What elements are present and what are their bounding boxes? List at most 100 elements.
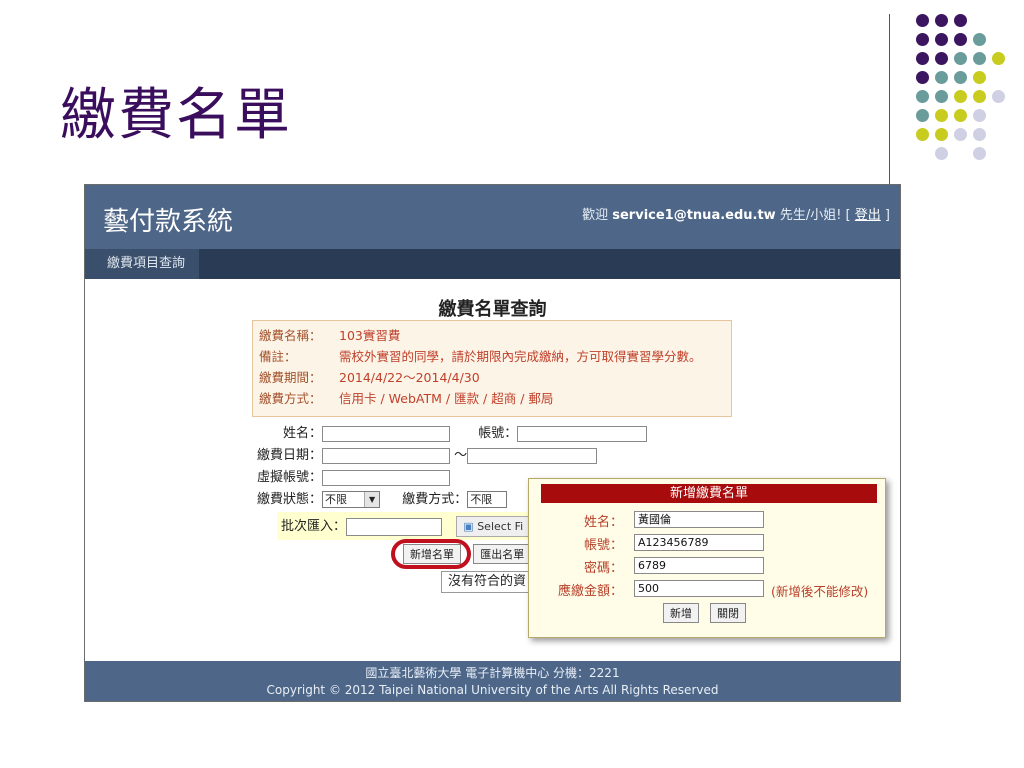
chevron-down-icon: ▼ [364, 492, 380, 507]
file-icon: ▣ [463, 520, 474, 533]
dialog-title: 新增繳費名單 [541, 484, 877, 503]
account-label: 帳號： [478, 426, 518, 441]
dialog-name-input[interactable]: 黃國倫 [634, 511, 764, 528]
decorative-dot [973, 90, 986, 103]
fee-info-box: 繳費名稱： 103實習費 備註： 需校外實習的同學，請於期限內完成繳納，方可取得實習… [252, 320, 732, 417]
dialog-amount-note: (新增後不能修改) [771, 584, 869, 599]
account-input[interactable] [517, 425, 648, 442]
method-value: 不限 [470, 493, 493, 506]
decorative-dot [954, 14, 967, 27]
decorative-dot [992, 90, 1005, 103]
batch-file-input[interactable] [346, 517, 443, 536]
decorative-dot [935, 52, 948, 65]
app-header: 藝付款系統 歡迎 service1@tnua.edu.tw 先生/小姐! [ 登… [85, 185, 900, 249]
logout-link[interactable]: 登出 [855, 208, 881, 223]
method-label: 繳費方式： [402, 492, 468, 507]
name-input[interactable] [322, 425, 451, 442]
form-row-name: 姓名： 帳號： [283, 422, 648, 442]
info-value: 2014/4/22～2014/4/30 [339, 370, 480, 385]
dialog-password-input[interactable]: 6789 [634, 557, 764, 574]
date-label: 繳費日期： [257, 448, 323, 463]
slide-title: 繳費名單 [60, 83, 292, 148]
info-row-method: 繳費方式： 信用卡 / WebATM / 匯款 / 超商 / 郵局 [259, 388, 725, 409]
status-value: 不限 [325, 493, 348, 506]
date-start-input[interactable] [322, 447, 451, 464]
virtual-account-label: 虛擬帳號： [257, 470, 323, 485]
info-row-period: 繳費期間： 2014/4/22～2014/4/30 [259, 367, 725, 388]
info-label: 繳費期間： [259, 370, 322, 385]
decorative-dot [954, 52, 967, 65]
decorative-dot [916, 128, 929, 141]
decorative-dot [935, 14, 948, 27]
decorative-dot [973, 109, 986, 122]
info-label: 繳費名稱： [259, 328, 322, 343]
info-label: 備註： [259, 349, 297, 364]
dialog-account-label: 帳號： [583, 538, 623, 553]
decorative-dot [973, 33, 986, 46]
status-label: 繳費狀態： [257, 492, 323, 507]
dialog-amount-input[interactable]: 500 [634, 580, 764, 597]
dialog-account-input[interactable]: A123456789 [634, 534, 764, 551]
info-value: 需校外實習的同學，請於期限內完成繳納，方可取得實習學分數。 [339, 349, 702, 364]
status-select[interactable]: 不限 ▼ [322, 491, 381, 508]
form-row-virtual: 虛擬帳號： [257, 466, 451, 486]
footer: 國立臺北藝術大學 電子計算機中心 分機：2221 Copyright © 201… [85, 661, 900, 701]
decorative-dot [973, 147, 986, 160]
decorative-dot [916, 52, 929, 65]
footer-contact: 國立臺北藝術大學 電子計算機中心 分機：2221 [365, 666, 620, 680]
info-row-name: 繳費名稱： 103實習費 [259, 325, 725, 346]
decorative-dot [973, 71, 986, 84]
welcome-suffix: 先生/小姐! [ [775, 208, 855, 223]
decorative-dot [935, 33, 948, 46]
info-row-note: 備註： 需校外實習的同學，請於期限內完成繳納，方可取得實習學分數。 [259, 346, 725, 367]
no-data-message: 沒有符合的資 [441, 571, 541, 593]
method-select[interactable]: 不限 [467, 491, 508, 508]
footer-copyright: Copyright © 2012 Taipei National Univers… [266, 683, 719, 697]
welcome-end: ] [880, 208, 890, 223]
welcome-prefix: 歡迎 [582, 208, 613, 223]
nav-item-fee-query[interactable]: 繳費項目查詢 [85, 249, 200, 279]
dialog-amount-label: 應繳金額： [557, 584, 623, 599]
app-window: 藝付款系統 歡迎 service1@tnua.edu.tw 先生/小姐! [ 登… [84, 184, 901, 702]
info-label: 繳費方式： [259, 391, 322, 406]
decorative-dot [973, 52, 986, 65]
page-heading: 繳費名單查詢 [438, 299, 547, 320]
decorative-dot [973, 128, 986, 141]
form-row-status: 繳費狀態： 不限 ▼ 繳費方式： 不限 [257, 488, 508, 508]
decorative-divider [889, 14, 890, 186]
welcome-message: 歡迎 service1@tnua.edu.tw 先生/小姐! [ 登出 ] [582, 204, 890, 223]
decorative-dot [992, 52, 1005, 65]
export-list-button[interactable]: 匯出名單 [473, 544, 535, 564]
dialog-name-label: 姓名： [583, 515, 623, 530]
select-file-button[interactable]: ▣ Select Fi [456, 516, 531, 537]
form-row-date: 繳費日期： ～ [257, 444, 598, 464]
decorative-dot [935, 90, 948, 103]
info-value: 103實習費 [339, 328, 401, 343]
decorative-dot [954, 33, 967, 46]
decorative-dot [935, 147, 948, 160]
decorative-dot [916, 71, 929, 84]
decorative-dot [916, 33, 929, 46]
decorative-dot [954, 109, 967, 122]
app-title: 藝付款系統 [103, 207, 234, 237]
name-label: 姓名： [283, 426, 323, 441]
form-row-batch: 批次匯入： ▣ Select Fi [277, 512, 535, 540]
info-value: 信用卡 / WebATM / 匯款 / 超商 / 郵局 [339, 391, 554, 406]
date-separator: ～ [454, 448, 468, 463]
dialog-add-button[interactable]: 新增 [663, 603, 699, 623]
navbar: 繳費項目查詢 [85, 249, 900, 279]
decorative-dot [954, 71, 967, 84]
select-file-label: Select Fi [477, 520, 524, 533]
highlight-circle [391, 539, 471, 569]
virtual-account-input[interactable] [322, 469, 451, 486]
date-end-input[interactable] [467, 447, 598, 464]
decorative-dot [935, 128, 948, 141]
decorative-dot [916, 14, 929, 27]
user-email: service1@tnua.edu.tw [612, 208, 776, 223]
decorative-dot [935, 109, 948, 122]
batch-import-label: 批次匯入： [281, 519, 347, 534]
decorative-dot [935, 71, 948, 84]
dialog-close-button[interactable]: 關閉 [710, 603, 746, 623]
dialog-password-label: 密碼： [583, 561, 623, 576]
decorative-dot [916, 109, 929, 122]
